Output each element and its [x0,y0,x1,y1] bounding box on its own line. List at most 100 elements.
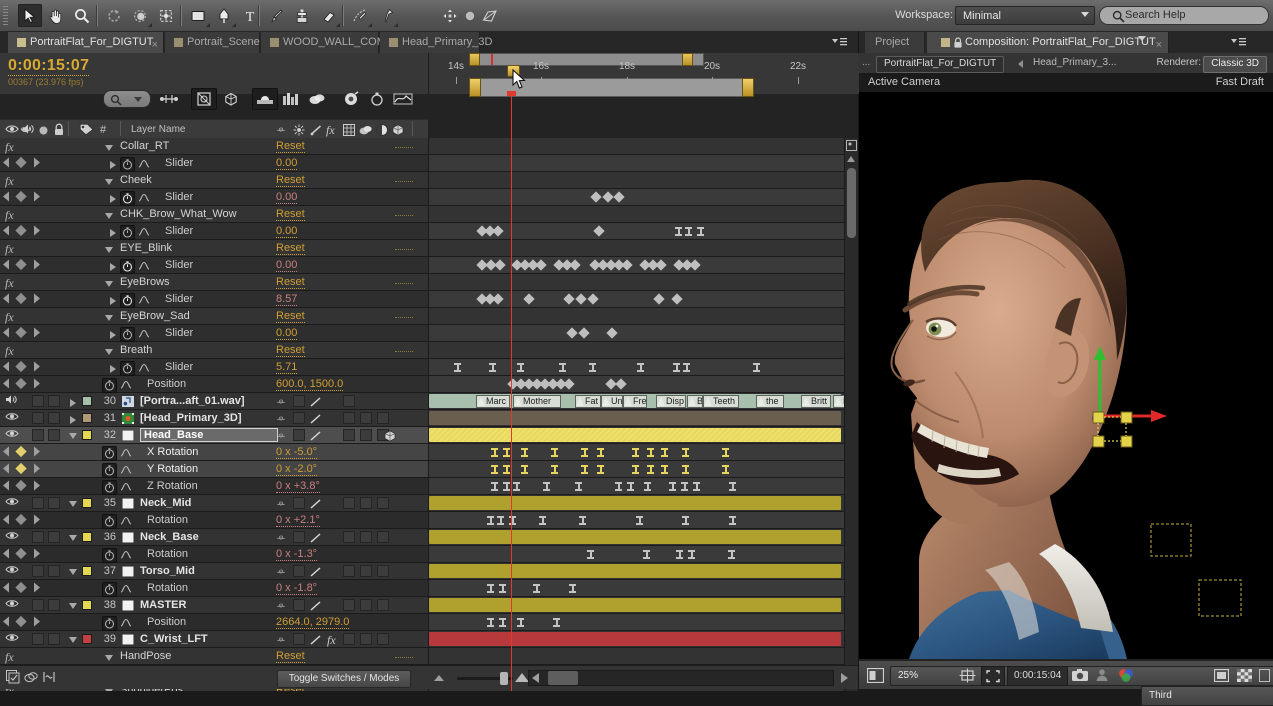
breadcrumb-next-comp[interactable]: Head_Primary_3... [1033,57,1116,68]
disclosure-triangle[interactable] [105,179,113,185]
reset-link[interactable]: Reset [276,208,305,221]
disclosure-triangle[interactable] [70,416,76,424]
work-area-bar[interactable] [469,53,704,66]
adjustment-layer-icon[interactable] [376,124,388,139]
keyframe-diamond[interactable] [689,259,701,271]
keyframe-navigator[interactable] [3,445,43,458]
new-3d-layer-icon[interactable] [218,88,244,110]
next-keyframe-arrow[interactable] [34,327,40,338]
nav-start-handle[interactable] [469,78,481,97]
keyframe-hold[interactable] [685,226,692,236]
keyframe-hold[interactable] [753,362,760,372]
disclosure-triangle[interactable] [70,399,76,407]
draft-3d-icon[interactable] [191,88,217,110]
keyframe-navigator[interactable] [3,462,43,475]
keyframe-hold[interactable] [539,515,546,525]
property-value[interactable]: 0.00 [276,259,298,272]
layer-duration-bar[interactable] [429,564,841,578]
always-preview-this-view-icon[interactable] [867,666,884,684]
lock-icon[interactable] [53,123,65,139]
lock-switch[interactable] [48,531,60,543]
work-area-end-handle[interactable] [682,53,693,66]
property-value[interactable]: 0 x +3.8° [276,480,320,493]
motion-blur-icon[interactable] [359,124,372,139]
add-keyframe-diamond[interactable] [15,360,27,373]
disclosure-triangle[interactable] [110,365,116,373]
timeline-scroll-thumb[interactable] [847,168,856,238]
keyframe-hold[interactable] [697,226,704,236]
property-value[interactable]: 0.00 [276,191,298,204]
stopwatch-icon[interactable] [102,377,117,393]
keyframe-hold[interactable] [497,515,504,525]
index-icon[interactable]: # [100,124,106,136]
collapse-switch[interactable] [293,599,305,611]
keyframe-diamond[interactable] [566,327,578,339]
keyframe-diamond[interactable] [606,327,618,339]
prev-keyframe-arrow[interactable] [3,480,9,491]
layer-name[interactable]: Torso_Mid [140,565,195,577]
keyframe-diamond[interactable] [563,293,575,305]
collapse-switch[interactable] [293,497,305,509]
comp-tab-project[interactable]: Project [865,32,925,53]
quality-switch[interactable] [310,414,322,424]
shy-switch[interactable]: -ᵠ- [277,414,285,424]
frame-blend-switch[interactable] [343,633,355,645]
property-value[interactable]: 600.0, 1500.0 [276,378,344,391]
region-of-interest-icon[interactable] [959,666,976,684]
show-snapshot-icon[interactable] [1095,666,1109,684]
property-value[interactable]: 2664.0, 2979.0 [276,616,350,629]
keyframe-hold[interactable] [682,464,689,474]
next-keyframe-arrow[interactable] [34,514,40,525]
keyframe-hold[interactable] [682,515,689,525]
prev-keyframe-arrow[interactable] [3,361,9,372]
keyframe-diamond[interactable] [655,259,667,271]
scroll-right-arrow[interactable] [841,673,848,683]
motion-blur-switch[interactable] [360,429,372,441]
quality-switch[interactable] [310,431,322,441]
value-graph-icon[interactable] [120,447,132,458]
solo-switch[interactable] [32,429,44,441]
next-keyframe-arrow[interactable] [34,157,40,168]
mask-shape-icon[interactable] [478,4,502,27]
prev-keyframe-arrow[interactable] [3,259,9,270]
keyframe-hold[interactable] [499,617,506,627]
toggle-transparency-grid-icon[interactable] [1214,666,1229,684]
keyframe-hold[interactable] [491,481,498,491]
property-value[interactable]: 0 x -1.3° [276,548,318,561]
layer-duration-bar[interactable] [429,428,841,442]
add-keyframe-diamond[interactable] [15,156,27,169]
keyframe-hold[interactable] [647,447,654,457]
fx-icon[interactable]: fx [326,123,335,138]
next-keyframe-arrow[interactable] [34,293,40,304]
audio-icon[interactable] [5,394,19,408]
comp-tab-composition[interactable]: Composition: PortraitFlat_For_DIGTUT × [927,32,1169,53]
label-color-swatch[interactable] [82,413,92,423]
frame-blend-switch[interactable] [343,497,355,509]
value-graph-icon[interactable] [138,158,150,169]
shy-switch[interactable]: -ᵠ- [277,567,285,577]
disclosure-triangle[interactable] [105,281,113,287]
keyframe-navigator[interactable] [3,615,43,628]
keyframe-hold[interactable] [454,362,461,372]
frame-blend-switch[interactable] [343,531,355,543]
keyframe-hold[interactable] [597,447,604,457]
collapse-switch[interactable] [293,565,305,577]
quality-switch[interactable] [310,533,322,543]
layer-name[interactable]: MASTER [140,599,186,611]
value-graph-icon[interactable] [120,617,132,628]
keyframe-diamond[interactable] [593,225,605,237]
zoom-out-timeline-icon[interactable] [434,675,444,681]
prev-keyframe-arrow[interactable] [3,548,9,559]
keyframe-navigator[interactable] [3,513,43,526]
prev-keyframe-arrow[interactable] [3,514,9,525]
nav-end-handle[interactable] [742,78,754,97]
value-graph-icon[interactable] [120,515,132,526]
prev-keyframe-arrow[interactable] [3,327,9,338]
next-keyframe-arrow[interactable] [34,446,40,457]
solo-switch[interactable] [32,599,44,611]
reset-link[interactable]: Reset [276,310,305,323]
add-keyframe-diamond[interactable] [15,292,27,305]
disclosure-triangle[interactable] [110,297,116,305]
toolbar-grip[interactable] [3,6,8,25]
prev-keyframe-arrow[interactable] [3,225,9,236]
